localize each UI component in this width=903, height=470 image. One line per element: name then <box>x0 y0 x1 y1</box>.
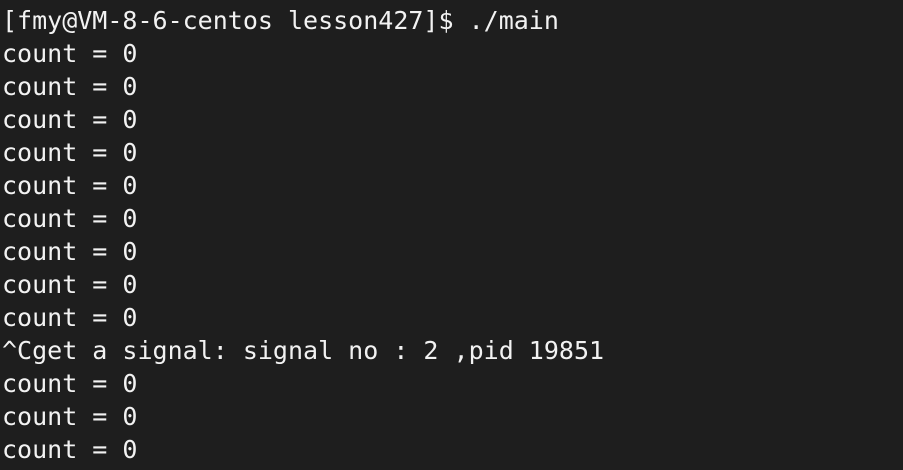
output-line: count = 0 <box>2 138 138 167</box>
output-line: count = 0 <box>2 237 138 266</box>
output-line: count = 0 <box>2 435 138 464</box>
output-line: count = 0 <box>2 402 138 431</box>
signal-message-line: ^Cget a signal: signal no : 2 ,pid 19851 <box>2 336 605 365</box>
output-line: count = 0 <box>2 369 138 398</box>
output-line: count = 0 <box>2 72 138 101</box>
command-prompt-line: [fmy@VM-8-6-centos lesson427]$ ./main <box>2 6 559 35</box>
output-line: count = 0 <box>2 204 138 233</box>
terminal-window[interactable]: [fmy@VM-8-6-centos lesson427]$ ./main co… <box>0 0 903 470</box>
output-line: count = 0 <box>2 39 138 68</box>
output-line: count = 0 <box>2 270 138 299</box>
output-line: count = 0 <box>2 105 138 134</box>
output-line: count = 0 <box>2 171 138 200</box>
terminal-output: [fmy@VM-8-6-centos lesson427]$ ./main co… <box>2 4 604 466</box>
output-line: count = 0 <box>2 303 138 332</box>
